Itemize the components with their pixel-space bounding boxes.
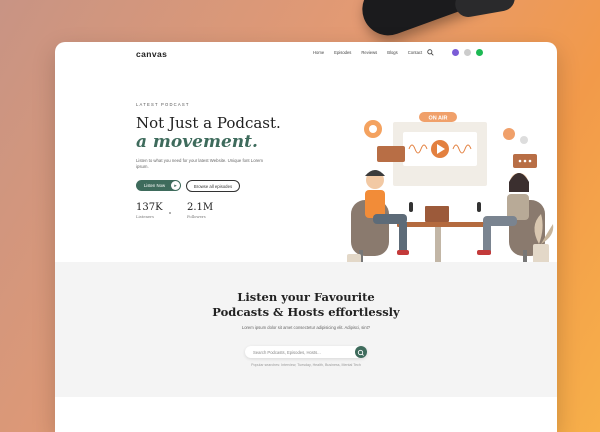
microphone-photo-part <box>453 0 517 20</box>
nav-links: Home Episodes Reviews Blogs Contact <box>313 50 422 55</box>
stat-value: 2.1M <box>187 202 214 213</box>
podcast-illustration: ON AIR <box>345 112 554 278</box>
search-section-subtitle: Lorem ipsum dolor sit amet consectetur a… <box>241 325 371 330</box>
search-submit-button[interactable] <box>355 346 367 358</box>
nav-link-home[interactable]: Home <box>313 50 324 55</box>
stat-value: 137K <box>136 202 163 213</box>
on-air-badge: ON AIR <box>428 116 447 122</box>
next-section <box>55 397 557 432</box>
browse-episodes-button[interactable]: Browse all episodes <box>186 180 240 192</box>
search-section-title-line1: Listen your Favourite <box>237 290 375 304</box>
hero-description: Listen to what you need for your latest … <box>136 158 263 169</box>
stat-separator <box>169 212 171 214</box>
play-icon: ▸ <box>171 181 180 190</box>
podcast-search-bar[interactable]: Search Podcasts, Episodes, Hosts... <box>245 346 367 358</box>
podcast-app-icon[interactable] <box>452 49 459 56</box>
site-logo[interactable]: canvas <box>136 49 167 59</box>
search-icon[interactable] <box>427 49 434 56</box>
listen-now-label: Listen Now <box>143 183 166 188</box>
top-navbar: canvas Home Episodes Reviews Blogs Conta… <box>55 42 557 66</box>
search-section-title-line2: Podcasts & Hosts effortlessly <box>212 305 400 319</box>
stat-label: Followers <box>187 214 206 219</box>
hero-title-accent: a movement. <box>136 132 258 152</box>
nav-link-reviews[interactable]: Reviews <box>361 50 377 55</box>
hero-section: LATEST PODCAST Not Just a Podcast. a mov… <box>55 66 557 278</box>
spotify-icon[interactable] <box>476 49 483 56</box>
popular-search-tags: Popular searches: Interview, Tuesday, He… <box>251 363 361 367</box>
stat-listeners: 137K Listeners <box>136 202 163 219</box>
search-icon <box>357 349 364 356</box>
nav-link-blogs[interactable]: Blogs <box>387 50 397 55</box>
nav-icons <box>427 49 483 56</box>
nav-link-episodes[interactable]: Episodes <box>334 50 351 55</box>
search-input[interactable]: Search Podcasts, Episodes, Hosts... <box>253 350 321 355</box>
stat-followers: 2.1M Followers <box>187 202 213 219</box>
hero-title: Not Just a Podcast. <box>136 114 281 132</box>
apple-icon[interactable] <box>464 49 471 56</box>
website-preview-card: canvas Home Episodes Reviews Blogs Conta… <box>55 42 557 432</box>
stat-label: Listeners <box>136 214 154 219</box>
nav-link-contact[interactable]: Contact <box>408 50 422 55</box>
listen-now-button[interactable]: Listen Now ▸ <box>136 180 181 191</box>
hero-eyebrow: LATEST PODCAST <box>136 102 190 107</box>
